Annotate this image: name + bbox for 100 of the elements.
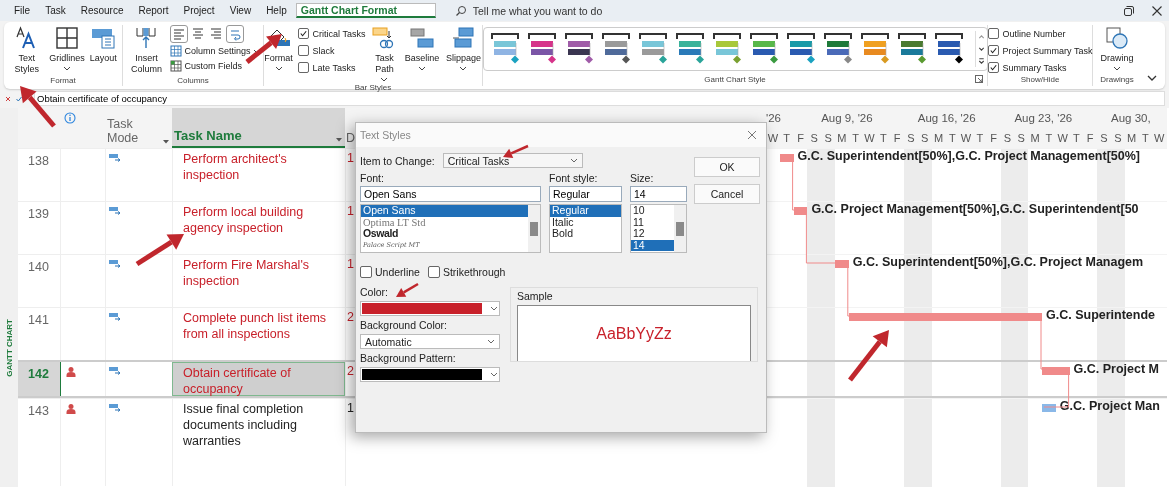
checkbox[interactable] (360, 266, 372, 278)
search-field[interactable]: Tell me what you want to do (470, 3, 655, 18)
row-number[interactable]: 141 (18, 308, 60, 360)
checkbox[interactable] (297, 45, 309, 56)
gridlines-button[interactable]: Gridlines (48, 25, 86, 72)
resource-label: G.C. Project M (1073, 361, 1160, 378)
filter-arrow-icon[interactable] (163, 140, 169, 144)
size-option[interactable]: 10 (631, 205, 674, 217)
caret-icon (569, 158, 578, 163)
slippage-icon (451, 26, 476, 50)
custom-fields-button[interactable]: Custom Fields (170, 59, 261, 73)
checkbox-option[interactable]: Slack (297, 45, 366, 56)
day-label: M (1029, 132, 1041, 144)
text-styles-button[interactable]: Text Styles (8, 25, 46, 76)
font-field[interactable]: Open Sans (360, 186, 541, 202)
task-name-cell: Perform Fire Marshal's inspection (172, 255, 345, 307)
font-style-option[interactable]: Italic (550, 216, 621, 228)
task-path-button[interactable]: Task Path (368, 25, 401, 83)
day-label: T (975, 132, 985, 144)
search-icon (454, 4, 467, 17)
filter-arrow-icon[interactable] (336, 138, 342, 142)
close-icon[interactable] (1151, 4, 1163, 17)
row-number[interactable]: 142 (18, 362, 60, 396)
checkbox-option[interactable]: Project Summary Task (987, 45, 1093, 56)
sample-label: Sample (517, 290, 554, 302)
checkbox[interactable] (987, 28, 999, 39)
size-field[interactable]: 14 (630, 186, 687, 202)
task-name-cell: Complete punch list items from all inspections (172, 308, 345, 360)
checkbox[interactable] (297, 62, 309, 73)
row-number[interactable]: 140 (18, 255, 60, 307)
info-icon (64, 112, 76, 124)
task-mode-icon (109, 313, 121, 322)
checkbox-option[interactable]: Critical Tasks (297, 28, 366, 39)
size-option[interactable]: 14 (631, 239, 674, 251)
task-mode-icon (109, 207, 121, 216)
dialog-title: Text Styles (360, 129, 411, 141)
day-label: T (1141, 132, 1150, 144)
menu-tab[interactable]: Gantt Chart Format (295, 3, 436, 18)
checkbox[interactable] (297, 28, 309, 39)
resource-label: G.C. Project Management[50%],G.C. Superintendent[50 (811, 201, 1139, 218)
checkbox[interactable] (987, 62, 999, 73)
resource-label: G.C. Superintendent[50%],G.C. Project Managem (852, 254, 1144, 271)
day-label: S (809, 132, 819, 144)
dialog-launcher-icon[interactable] (975, 75, 983, 83)
group-label: Bar Styles (354, 83, 392, 94)
week-label: Aug 30, (1110, 112, 1152, 124)
color-dropdown[interactable] (360, 301, 500, 316)
scrollbar[interactable] (674, 205, 686, 252)
checkbox-option[interactable]: Summary Tasks (987, 62, 1093, 73)
menu-tab[interactable]: Help (260, 2, 293, 19)
restore-icon[interactable] (1123, 4, 1135, 17)
checkbox[interactable] (987, 45, 999, 56)
menu-tab[interactable]: Resource (74, 2, 130, 19)
day-label: T (1044, 132, 1054, 144)
align-left-icon[interactable] (170, 25, 189, 43)
entry-field[interactable]: Obtain certificate of occupancy (34, 91, 1165, 106)
insert-column-icon (134, 26, 159, 50)
size-option[interactable]: 11 (631, 216, 674, 228)
day-label: S (823, 132, 833, 144)
checkbox-option[interactable]: Late Tasks (297, 62, 366, 73)
baseline-button[interactable]: Baseline (403, 25, 441, 72)
scrollbar[interactable] (528, 205, 540, 252)
menu-tab[interactable]: View (223, 2, 258, 19)
ok-button[interactable]: OK (694, 157, 760, 177)
strikethrough-option[interactable]: Strikethrough (427, 266, 506, 278)
task-mode-icon (109, 260, 121, 269)
font-style-option[interactable]: Bold (550, 228, 621, 240)
cancel-icon[interactable] (4, 94, 12, 103)
row-number[interactable]: 139 (18, 202, 60, 254)
drawing-button[interactable]: Drawing (1095, 25, 1139, 72)
row-number[interactable]: 138 (18, 149, 60, 201)
menu-tab[interactable]: Task (39, 2, 72, 19)
menu-tab[interactable]: Report (132, 2, 175, 19)
layout-button[interactable]: Layout (88, 25, 118, 65)
check-icon[interactable] (15, 94, 23, 103)
font-style-option[interactable]: Regular (550, 205, 621, 217)
slippage-button[interactable]: Slippage (443, 25, 484, 72)
pattern-dropdown[interactable] (360, 367, 500, 382)
insert-column-button[interactable]: Insert Column (125, 25, 168, 76)
field-label: Font style: (549, 172, 599, 184)
font-style-field[interactable]: Regular (549, 186, 622, 202)
collapse-ribbon-icon[interactable] (1147, 75, 1157, 81)
task-name-cell: Perform architect's inspection (172, 149, 345, 201)
row-number[interactable]: 143 (18, 399, 60, 486)
column-header[interactable]: Task Mode (105, 108, 172, 148)
cancel-button[interactable]: Cancel (694, 184, 760, 204)
checkbox-option[interactable]: Outline Number (987, 28, 1093, 39)
font-option[interactable]: Open Sans (361, 205, 528, 217)
size-option[interactable]: 12 (631, 228, 674, 240)
checkbox[interactable] (427, 266, 440, 278)
day-label: T (1072, 132, 1081, 144)
item-dropdown[interactable]: Critical Tasks (442, 153, 583, 168)
week-label: '26 (766, 112, 782, 124)
column-header[interactable]: Task Name (172, 108, 345, 148)
background-color-dropdown[interactable]: Automatic (360, 334, 500, 349)
column-settings-button[interactable]: Column Settings (170, 44, 261, 58)
menu-tab[interactable]: Project (177, 2, 221, 19)
day-label: S (1113, 132, 1123, 144)
wrap-text-icon[interactable] (226, 25, 245, 43)
menu-tab[interactable]: File (8, 2, 37, 19)
